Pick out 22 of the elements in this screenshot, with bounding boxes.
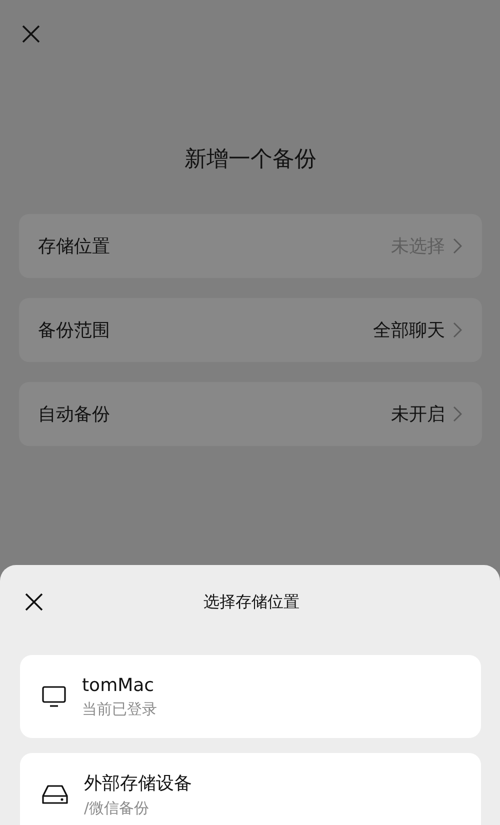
location-name: 外部存储设备 bbox=[84, 772, 192, 795]
close-icon bbox=[24, 592, 44, 612]
hard-drive-icon bbox=[42, 784, 68, 804]
row-value: 未开启 bbox=[391, 403, 445, 426]
close-icon bbox=[21, 24, 41, 44]
row-value: 全部聊天 bbox=[373, 319, 445, 342]
sheet-title: 选择存储位置 bbox=[204, 592, 300, 612]
location-detail: 当前已登录 bbox=[82, 700, 157, 718]
chevron-icon bbox=[453, 238, 462, 254]
settings-row[interactable]: 自动备份 未开启 bbox=[19, 382, 482, 446]
row-label: 备份范围 bbox=[38, 319, 111, 342]
chevron-icon bbox=[453, 322, 462, 338]
location-option[interactable]: 外部存储设备 /微信备份 bbox=[20, 753, 481, 825]
location-name: tomMac bbox=[82, 674, 156, 696]
location-option[interactable]: tomMac 当前已登录 bbox=[20, 655, 481, 738]
monitor-icon bbox=[42, 686, 66, 708]
settings-row[interactable]: 备份范围 全部聊天 bbox=[19, 298, 482, 362]
page-title: 新增一个备份 bbox=[184, 146, 318, 174]
row-label: 自动备份 bbox=[38, 403, 111, 426]
location-detail: /微信备份 bbox=[84, 799, 150, 818]
row-label: 存储位置 bbox=[38, 235, 111, 258]
chevron-icon bbox=[453, 406, 462, 422]
